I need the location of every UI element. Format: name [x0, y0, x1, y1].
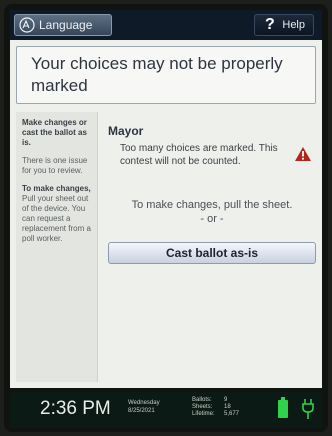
help-button[interactable]: ? Help	[254, 14, 314, 36]
battery-icon	[278, 397, 288, 418]
change-instructions: To make changes, pull the sheet. - or -	[108, 198, 316, 226]
ballot-counters: Ballots: 9 Sheets: 18 Lifetime: 5,677	[192, 397, 239, 418]
warning-triangle-icon	[295, 147, 311, 161]
help-icon: ?	[265, 16, 275, 33]
power-plug-icon	[302, 399, 314, 419]
warning-banner: Your choices may not be properly marked	[16, 46, 316, 104]
clock-time: 2:36 PM	[40, 398, 111, 419]
voting-device: Language ? Help Your choices may not be …	[4, 4, 328, 432]
ballots-value: 9	[224, 397, 228, 403]
ballot-screen: Your choices may not be properly marked …	[10, 40, 322, 388]
language-button[interactable]: Language	[14, 14, 112, 36]
contest-title: Mayor	[108, 124, 144, 138]
contest-warning-text: Too many choices are marked. This contes…	[120, 143, 278, 167]
sidebar-issue-text: There is one issue for you to review.	[22, 156, 88, 175]
sheets-label: Sheets:	[192, 404, 213, 410]
lifetime-label: Lifetime:	[192, 411, 215, 417]
contest-panel: Mayor Too many choices are marked. This …	[108, 124, 316, 374]
sidebar-make-changes-text: Pull your sheet out of the device. You c…	[22, 194, 91, 243]
help-label: Help	[282, 19, 305, 31]
status-bar: 2:36 PM Wednesday 8/25/2021 Ballots: 9 Sh…	[10, 392, 322, 428]
sidebar-heading: Make changes or cast the ballot as is.	[22, 118, 87, 147]
language-icon	[19, 17, 35, 33]
sheets-value: 18	[224, 404, 231, 410]
language-label: Language	[39, 18, 93, 32]
top-bar: Language ? Help	[10, 10, 322, 40]
instructions-sidebar: Make changes or cast the ballot as is. T…	[16, 112, 98, 382]
ballots-label: Ballots:	[192, 397, 212, 403]
banner-title: Your choices may not be properly marked	[31, 54, 283, 95]
date: 8/25/2021	[128, 408, 155, 414]
or-separator: - or -	[200, 213, 224, 225]
date-display: Wednesday 8/25/2021	[128, 399, 160, 415]
weekday: Wednesday	[128, 400, 160, 406]
cast-ballot-button[interactable]: Cast ballot as-is	[108, 242, 316, 264]
pull-sheet-instruction: To make changes, pull the sheet.	[131, 199, 293, 211]
sidebar-make-changes-heading: To make changes,	[22, 184, 91, 193]
lifetime-value: 5,677	[224, 411, 240, 417]
